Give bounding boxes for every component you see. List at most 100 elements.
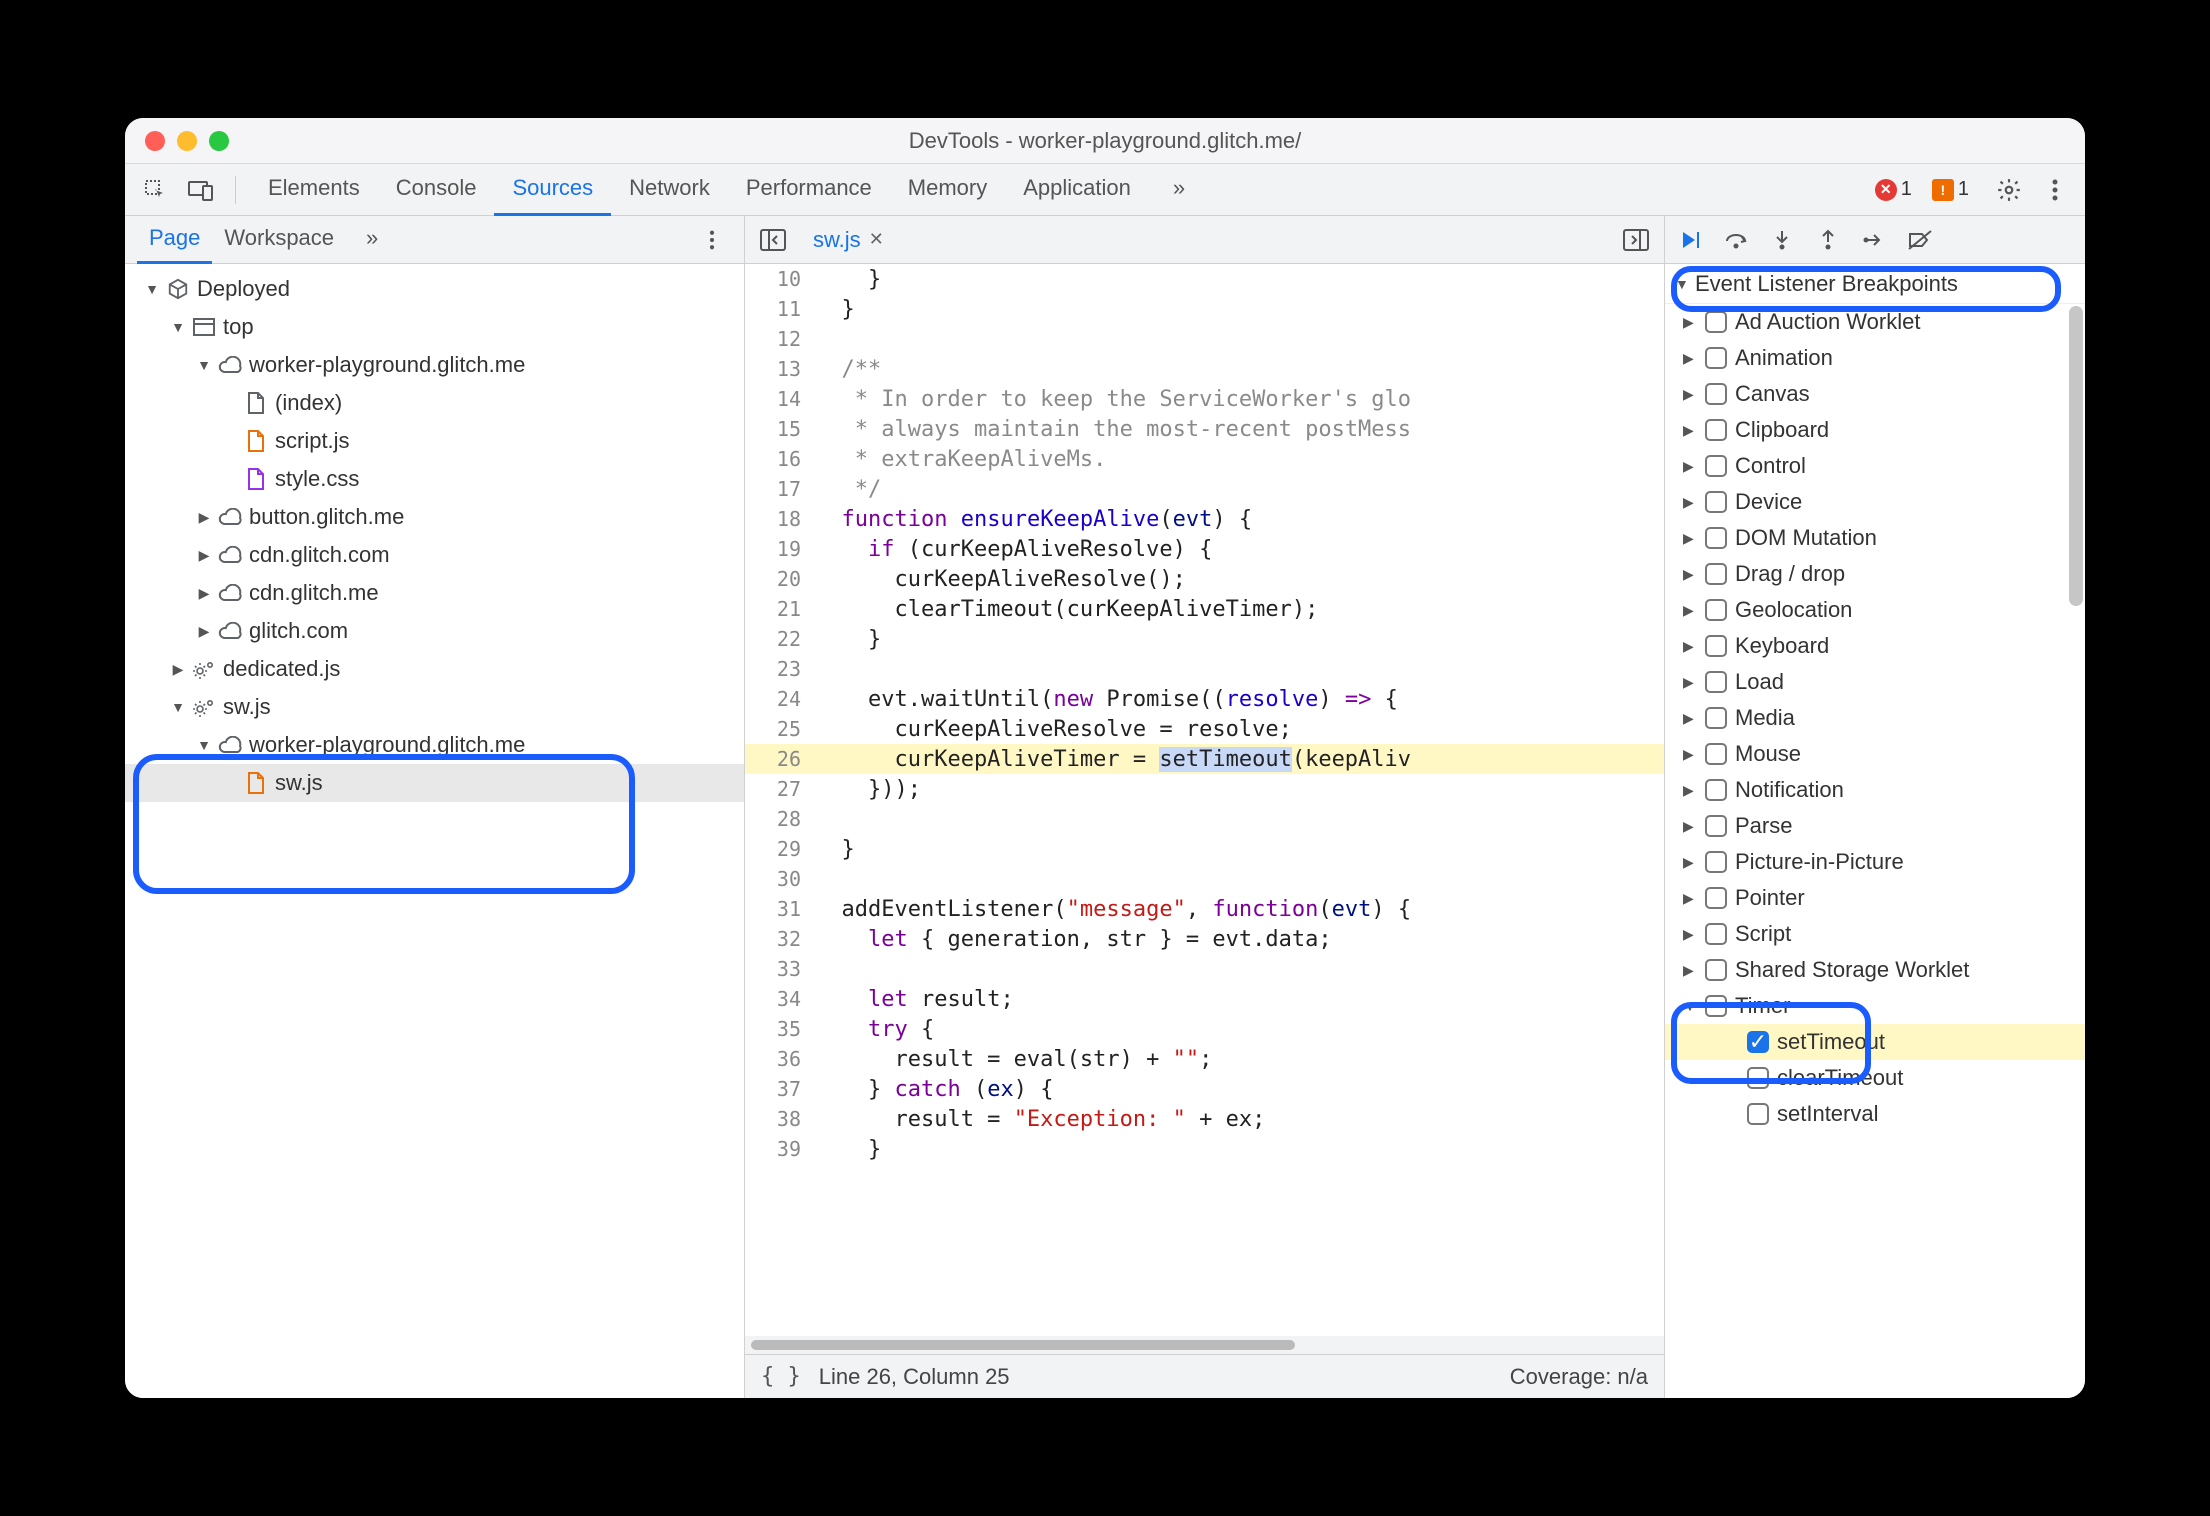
code-line[interactable]: 30 [745, 864, 1664, 894]
errors-badge[interactable]: ✕ 1 [1875, 178, 1912, 201]
file-tree[interactable]: ▼Deployed▼top▼worker-playground.glitch.m… [125, 264, 744, 1398]
breakpoint-row[interactable]: ▶Canvas [1665, 376, 2085, 412]
breakpoint-row[interactable]: ▶DOM Mutation [1665, 520, 2085, 556]
disclosure-icon[interactable]: ▶ [171, 661, 185, 678]
tab-network[interactable]: Network [611, 164, 728, 216]
disclosure-icon[interactable]: ▶ [197, 509, 211, 526]
close-icon[interactable]: ✕ [869, 229, 884, 250]
right-vscrollbar[interactable] [2069, 276, 2083, 1388]
device-toolbar-icon[interactable] [181, 170, 221, 210]
code-line[interactable]: 27 })); [745, 774, 1664, 804]
checkbox[interactable] [1705, 995, 1727, 1017]
code-line[interactable]: 39 } [745, 1134, 1664, 1164]
breakpoint-row[interactable]: ▶Mouse [1665, 736, 2085, 772]
tree-item[interactable]: ▶glitch.com [125, 612, 744, 650]
code-line[interactable]: 34 let result; [745, 984, 1664, 1014]
disclosure-icon[interactable]: ▶ [1683, 854, 1697, 871]
gutter[interactable]: 13 [745, 357, 815, 381]
code-line[interactable]: 11 } [745, 294, 1664, 324]
disclosure-icon[interactable]: ▶ [1683, 710, 1697, 727]
breakpoint-row[interactable]: ▶Keyboard [1665, 628, 2085, 664]
editor-hscrollbar[interactable] [745, 1336, 1664, 1354]
code-line[interactable]: 14 * In order to keep the ServiceWorker'… [745, 384, 1664, 414]
navigator-kebab-icon[interactable] [692, 220, 732, 260]
tree-item[interactable]: ▼top [125, 308, 744, 346]
checkbox[interactable] [1705, 707, 1727, 729]
code-line[interactable]: 19 if (curKeepAliveResolve) { [745, 534, 1664, 564]
tree-item[interactable]: ▼sw.js [125, 688, 744, 726]
code-line[interactable]: 28 [745, 804, 1664, 834]
gutter[interactable]: 22 [745, 627, 815, 651]
gutter[interactable]: 24 [745, 687, 815, 711]
disclosure-icon[interactable]: ▶ [1683, 386, 1697, 403]
disclosure-icon[interactable]: ▶ [1683, 926, 1697, 943]
checkbox[interactable] [1705, 671, 1727, 693]
breakpoint-row[interactable]: ▶Parse [1665, 808, 2085, 844]
gutter[interactable]: 16 [745, 447, 815, 471]
checkbox[interactable] [1705, 527, 1727, 549]
gutter[interactable]: 28 [745, 807, 815, 831]
tree-item[interactable]: (index) [125, 384, 744, 422]
code-line[interactable]: 18 function ensureKeepAlive(evt) { [745, 504, 1664, 534]
navigator-tabs-overflow[interactable]: » [354, 216, 390, 264]
checkbox[interactable] [1705, 599, 1727, 621]
gutter[interactable]: 15 [745, 417, 815, 441]
disclosure-icon[interactable]: ▶ [1683, 962, 1697, 979]
breakpoint-row[interactable]: ✓setTimeout [1665, 1024, 2085, 1060]
gutter[interactable]: 29 [745, 837, 815, 861]
code-line[interactable]: 24 evt.waitUntil(new Promise((resolve) =… [745, 684, 1664, 714]
tree-item[interactable]: ▶cdn.glitch.com [125, 536, 744, 574]
disclosure-icon[interactable]: ▶ [197, 623, 211, 640]
code-line[interactable]: 22 } [745, 624, 1664, 654]
disclosure-icon[interactable]: ▶ [1683, 350, 1697, 367]
disclosure-icon[interactable]: ▶ [1683, 818, 1697, 835]
nav-tab-page[interactable]: Page [137, 216, 212, 264]
breakpoint-row[interactable]: clearTimeout [1665, 1060, 2085, 1096]
disclosure-icon[interactable]: ▶ [1683, 746, 1697, 763]
gutter[interactable]: 11 [745, 297, 815, 321]
checkbox[interactable] [1705, 419, 1727, 441]
disclosure-icon[interactable]: ▶ [1683, 602, 1697, 619]
disclosure-icon[interactable]: ▼ [197, 737, 211, 753]
code-line[interactable]: 15 * always maintain the most-recent pos… [745, 414, 1664, 444]
breakpoint-row[interactable]: ▶Shared Storage Worklet [1665, 952, 2085, 988]
tab-console[interactable]: Console [378, 164, 495, 216]
checkbox[interactable] [1705, 455, 1727, 477]
gutter[interactable]: 14 [745, 387, 815, 411]
code-line[interactable]: 35 try { [745, 1014, 1664, 1044]
code-line[interactable]: 10 } [745, 264, 1664, 294]
checkbox[interactable] [1705, 491, 1727, 513]
gutter[interactable]: 37 [745, 1077, 815, 1101]
breakpoint-row[interactable]: ▶Media [1665, 700, 2085, 736]
kebab-icon[interactable] [2035, 170, 2075, 210]
gutter[interactable]: 23 [745, 657, 815, 681]
checkbox[interactable] [1705, 635, 1727, 657]
disclosure-icon[interactable]: ▶ [1683, 890, 1697, 907]
resume-icon[interactable] [1675, 225, 1705, 255]
checkbox[interactable] [1705, 923, 1727, 945]
breakpoint-row[interactable]: ▶Picture-in-Picture [1665, 844, 2085, 880]
disclosure-icon[interactable]: ▼ [145, 281, 159, 297]
warnings-badge[interactable]: ! 1 [1932, 178, 1969, 201]
tree-item[interactable]: ▼worker-playground.glitch.me [125, 346, 744, 384]
code-line[interactable]: 16 * extraKeepAliveMs. [745, 444, 1664, 474]
gutter[interactable]: 21 [745, 597, 815, 621]
gutter[interactable]: 39 [745, 1137, 815, 1161]
tree-item[interactable]: ▶button.glitch.me [125, 498, 744, 536]
nav-tab-workspace[interactable]: Workspace [212, 216, 346, 264]
checkbox[interactable] [1705, 959, 1727, 981]
checkbox[interactable] [1705, 815, 1727, 837]
gutter[interactable]: 33 [745, 957, 815, 981]
disclosure-icon[interactable]: ▶ [1683, 566, 1697, 583]
checkbox[interactable] [1747, 1103, 1769, 1125]
toggle-debugger-icon[interactable] [1616, 220, 1656, 260]
disclosure-icon[interactable]: ▶ [1683, 530, 1697, 547]
breakpoint-categories[interactable]: ▶Ad Auction Worklet▶Animation▶Canvas▶Cli… [1665, 304, 2085, 1398]
code-line[interactable]: 23 [745, 654, 1664, 684]
checkbox[interactable] [1705, 743, 1727, 765]
disclosure-icon[interactable]: ▶ [1683, 422, 1697, 439]
disclosure-icon[interactable]: ▶ [1683, 458, 1697, 475]
breakpoint-row[interactable]: ▶Clipboard [1665, 412, 2085, 448]
tree-item[interactable]: sw.js [125, 764, 744, 802]
disclosure-icon[interactable]: ▶ [1683, 638, 1697, 655]
